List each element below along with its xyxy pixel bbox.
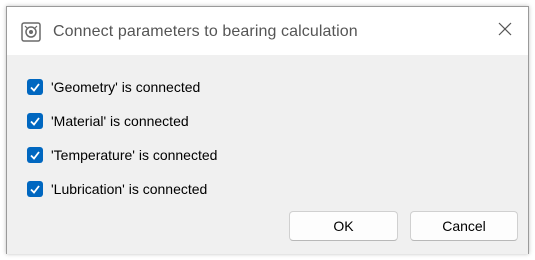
checkmark-icon xyxy=(30,83,40,92)
bearing-calc-icon xyxy=(21,22,41,42)
lubrication-checkbox[interactable] xyxy=(27,181,43,197)
title-bar: Connect parameters to bearing calculatio… xyxy=(7,7,528,55)
connect-parameters-dialog: Connect parameters to bearing calculatio… xyxy=(6,6,529,254)
cancel-button[interactable]: Cancel xyxy=(410,211,518,241)
check-row-lubrication[interactable]: 'Lubrication' is connected xyxy=(27,178,207,200)
close-button[interactable] xyxy=(482,7,528,55)
lubrication-label: 'Lubrication' is connected xyxy=(51,181,208,197)
ok-button[interactable]: OK xyxy=(289,211,398,241)
checkmark-icon xyxy=(30,117,40,126)
window-title: Connect parameters to bearing calculatio… xyxy=(53,23,358,40)
close-icon xyxy=(498,22,512,41)
geometry-checkbox[interactable] xyxy=(27,79,43,95)
check-row-geometry[interactable]: 'Geometry' is connected xyxy=(27,76,200,98)
check-row-temperature[interactable]: 'Temperature' is connected xyxy=(27,144,217,166)
checkmark-icon xyxy=(30,151,40,160)
temperature-checkbox[interactable] xyxy=(27,147,43,163)
material-label: 'Material' is connected xyxy=(51,113,189,129)
checkmark-icon xyxy=(30,185,40,194)
material-checkbox[interactable] xyxy=(27,113,43,129)
temperature-label: 'Temperature' is connected xyxy=(51,147,218,163)
geometry-label: 'Geometry' is connected xyxy=(51,79,201,95)
dialog-content: 'Geometry' is connected 'Material' is co… xyxy=(7,55,528,254)
check-row-material[interactable]: 'Material' is connected xyxy=(27,110,189,132)
